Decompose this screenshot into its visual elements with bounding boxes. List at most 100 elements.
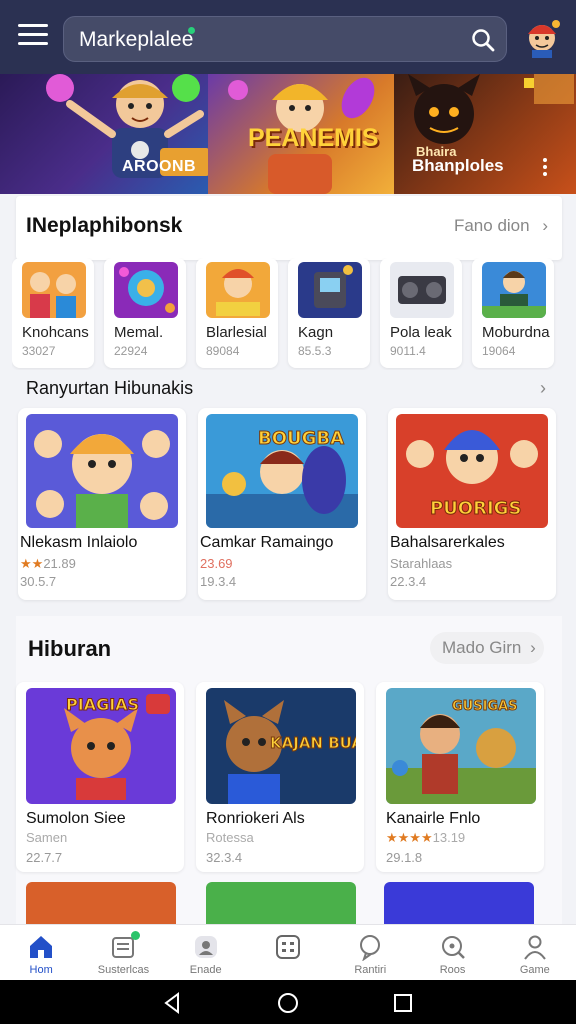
chevron-right-icon: › bbox=[530, 638, 536, 657]
app-name: Camkar Ramaingo bbox=[200, 534, 334, 551]
app-thumbnail bbox=[298, 262, 362, 318]
app-rating: 23.69 bbox=[200, 556, 233, 571]
app-card-peek[interactable] bbox=[384, 882, 534, 926]
home-icon bbox=[30, 936, 53, 958]
nav-label: Game bbox=[519, 964, 550, 976]
app-thumbnail: GUSIGAS bbox=[386, 688, 536, 804]
nav-label: Susterlcas bbox=[97, 964, 150, 976]
star-icon: ★★ bbox=[20, 556, 44, 571]
notification-badge bbox=[131, 931, 141, 940]
rating-value: Rotessa bbox=[206, 830, 254, 845]
app-card[interactable]: BOUGBA Camkar Ramaingo 23.69 19.3.4 bbox=[198, 408, 366, 600]
app-meta: 89084 bbox=[206, 344, 240, 358]
rating-value: 23.69 bbox=[200, 556, 233, 571]
nav-item-home[interactable]: Hom bbox=[0, 925, 82, 980]
small-app-row[interactable]: Knohcans 33027 Memal. 22924 Blarlesial 8… bbox=[12, 258, 576, 370]
search-bar[interactable]: Markeplalee bbox=[63, 16, 507, 62]
app-card[interactable]: Nlekasm Inlaiolo ★★21.89 30.5.7 bbox=[18, 408, 186, 600]
app-thumbnail bbox=[482, 262, 546, 318]
avatar[interactable] bbox=[520, 14, 564, 58]
see-more-label: Fano dion bbox=[453, 216, 530, 235]
nav-item-apps[interactable] bbox=[247, 925, 329, 980]
top-app-bar: Markeplalee bbox=[0, 0, 576, 74]
app-size: 29.1.8 bbox=[386, 850, 423, 865]
more-options-icon[interactable] bbox=[540, 158, 550, 178]
back-icon[interactable] bbox=[162, 992, 184, 1014]
app-card-peek[interactable] bbox=[26, 882, 176, 926]
app-card[interactable]: Moburdna 19064 bbox=[472, 258, 554, 368]
banner-slide-2[interactable]: PEANEMIS bbox=[208, 74, 394, 194]
app-card[interactable]: Kagn 85.5.3 bbox=[288, 258, 370, 368]
see-more-button[interactable]: Mado Girn › bbox=[430, 632, 544, 664]
app-thumbnail: PUORIGS bbox=[396, 414, 548, 528]
rating-value: Samen bbox=[26, 830, 68, 845]
banner-title: AROONB bbox=[122, 158, 197, 175]
app-thumbnail bbox=[390, 262, 454, 318]
app-card[interactable]: KAJAN BUANES Ronriokeri Als Rotessa 32.3… bbox=[196, 682, 364, 872]
friends-icon bbox=[194, 936, 217, 958]
app-name: Memal. bbox=[114, 324, 164, 341]
app-rating: Rotessa bbox=[206, 830, 254, 845]
section-header: INeplaphibonsk Fano dion › bbox=[16, 196, 562, 260]
app-thumbnail-title: GUSIGAS bbox=[452, 699, 518, 714]
app-thumbnail-title: PUORIGS bbox=[430, 498, 521, 519]
app-size: 22.7.7 bbox=[26, 850, 63, 865]
app-name: Kagn bbox=[298, 324, 334, 341]
app-thumbnail-title: KAJAN BUANES bbox=[270, 734, 356, 752]
see-more-label: Mado Girn bbox=[442, 638, 522, 657]
nav-item-friends[interactable]: Enade bbox=[165, 925, 247, 980]
star-icon: ★★★★ bbox=[386, 830, 433, 845]
app-card[interactable]: PUORIGS Bahalsarerkales Starahlaas 22.3.… bbox=[388, 408, 556, 600]
app-name: Moburdna bbox=[482, 324, 550, 341]
featured-banner-carousel[interactable]: AROONB PEANEMIS Bhaira Bhanploles bbox=[0, 74, 576, 194]
app-card-peek[interactable] bbox=[206, 882, 356, 926]
menu-icon[interactable] bbox=[18, 24, 48, 48]
app-card[interactable]: Pola leak 9011.4 bbox=[380, 258, 462, 368]
notification-dot bbox=[188, 27, 195, 34]
nav-item-search[interactable]: Roos bbox=[411, 925, 493, 980]
banner-title: PEANEMIS bbox=[248, 124, 379, 152]
app-size: 19.3.4 bbox=[200, 574, 237, 589]
app-thumbnail bbox=[26, 414, 178, 528]
app-rating: ★★21.89 bbox=[20, 556, 76, 572]
nav-item-chat[interactable]: Rantiri bbox=[329, 925, 411, 980]
app-rating: Starahlaas bbox=[390, 556, 452, 571]
section-title: Ranyurtan Hibunakis bbox=[26, 378, 194, 398]
app-card[interactable]: GUSIGAS Kanairle Fnlo ★★★★13.19 29.1.8 bbox=[376, 682, 544, 872]
app-card[interactable]: Blarlesial 89084 bbox=[196, 258, 278, 368]
app-thumbnail: PIAGIAS bbox=[26, 688, 176, 804]
app-name: Ronriokeri Als bbox=[206, 810, 305, 827]
app-card[interactable]: Knohcans 33027 bbox=[12, 258, 94, 368]
nav-label: Enade bbox=[189, 964, 222, 976]
banner-title: Bhanploles bbox=[412, 156, 504, 175]
app-name: Kanairle Fnlo bbox=[386, 810, 481, 827]
nav-label: Roos bbox=[439, 964, 466, 976]
app-meta: 9011.4 bbox=[390, 344, 426, 358]
nav-item-profile[interactable]: Game bbox=[494, 925, 576, 980]
banner-character-art bbox=[46, 74, 208, 178]
app-name: Nlekasm Inlaiolo bbox=[20, 534, 138, 551]
app-size: 30.5.7 bbox=[20, 574, 57, 589]
section-title: INeplaphibonsk bbox=[26, 214, 183, 237]
app-size: 32.3.4 bbox=[206, 850, 243, 865]
home-button-icon[interactable] bbox=[277, 992, 299, 1014]
app-meta: 19064 bbox=[482, 344, 516, 358]
app-card[interactable]: Memal. 22924 bbox=[104, 258, 186, 368]
nav-label: Hom bbox=[29, 964, 53, 976]
nav-item-store[interactable]: Susterlcas bbox=[82, 925, 164, 980]
recents-icon[interactable] bbox=[392, 992, 414, 1014]
search-icon[interactable] bbox=[470, 27, 496, 53]
app-thumbnail: BOUGBA bbox=[206, 414, 358, 528]
app-name: Knohcans bbox=[22, 324, 89, 341]
search-input[interactable]: Markeplalee bbox=[79, 28, 193, 52]
rating-value: 21.89 bbox=[43, 556, 76, 571]
search-icon bbox=[441, 936, 465, 959]
app-rating: ★★★★13.19 bbox=[386, 830, 465, 846]
banner-slide-1[interactable]: AROONB bbox=[0, 74, 208, 194]
app-thumbnail-title: PIAGIAS bbox=[66, 695, 139, 714]
app-card[interactable]: PIAGIAS Sumolon Siee Samen 22.7.7 bbox=[16, 682, 184, 872]
see-more-link[interactable]: Fano dion › bbox=[454, 216, 548, 236]
nav-label: Rantiri bbox=[354, 964, 387, 976]
chevron-right-icon[interactable]: › bbox=[540, 378, 546, 399]
app-rating: Samen bbox=[26, 830, 67, 845]
